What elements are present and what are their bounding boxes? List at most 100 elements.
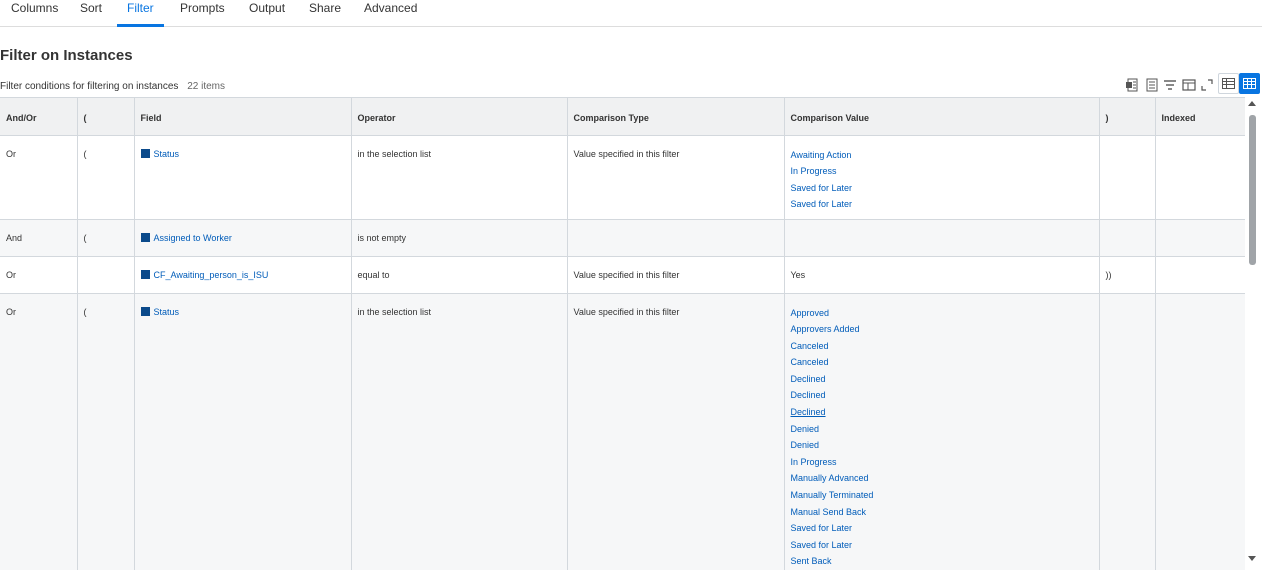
- value-link[interactable]: Declined: [791, 389, 1099, 406]
- indexed-cell: [1155, 256, 1245, 294]
- header-comparison-type[interactable]: Comparison Type: [567, 98, 785, 136]
- table-view-button[interactable]: [1239, 73, 1260, 94]
- value-link[interactable]: Saved for Later: [791, 182, 1099, 199]
- close-paren-cell: [1099, 135, 1156, 220]
- tab-filter[interactable]: Filter: [117, 0, 164, 27]
- header-field[interactable]: Field: [134, 98, 352, 136]
- table-row: Or ( Status in the selection list Value …: [0, 293, 1245, 570]
- header-close-paren[interactable]: ): [1099, 98, 1156, 136]
- operator-cell: is not empty: [351, 219, 568, 257]
- comparison-type-cell: Value specified in this filter: [567, 293, 785, 570]
- fullscreen-icon[interactable]: [1199, 76, 1215, 94]
- comparison-value-cell: Yes: [784, 256, 1100, 294]
- filter-icon[interactable]: [1162, 76, 1178, 94]
- field-link[interactable]: Status: [154, 307, 180, 317]
- header-open-paren[interactable]: (: [77, 98, 135, 136]
- close-paren-cell: [1099, 219, 1156, 257]
- tab-output[interactable]: Output: [249, 0, 285, 27]
- value-link[interactable]: Awaiting Action: [791, 149, 1099, 166]
- comparison-value-cell: Awaiting Action In Progress Saved for La…: [784, 135, 1100, 220]
- value-link[interactable]: Denied: [791, 439, 1099, 456]
- multi-instance-field-icon: [140, 233, 150, 242]
- boolean-field-icon: [140, 270, 150, 279]
- value-link[interactable]: Saved for Later: [791, 539, 1099, 556]
- value-link[interactable]: Canceled: [791, 340, 1099, 357]
- value-link[interactable]: Saved for Later: [791, 522, 1099, 539]
- field-cell: Status: [134, 135, 352, 220]
- header-indexed[interactable]: Indexed: [1155, 98, 1245, 136]
- value-link[interactable]: Saved for Later: [791, 198, 1099, 215]
- grid-description: Filter conditions for filtering on insta…: [0, 81, 179, 92]
- indexed-cell: [1155, 293, 1245, 570]
- scroll-down-icon[interactable]: [1248, 556, 1256, 561]
- field-link[interactable]: Assigned to Worker: [154, 233, 232, 243]
- comparison-value-cell: Approved Approvers Added Canceled Cancel…: [784, 293, 1100, 570]
- open-paren-cell: [77, 256, 135, 294]
- operator-cell: equal to: [351, 256, 568, 294]
- single-instance-field-icon: [140, 307, 150, 316]
- operator-cell: in the selection list: [351, 135, 568, 220]
- value-link[interactable]: In Progress: [791, 456, 1099, 473]
- comparison-type-cell: Value specified in this filter: [567, 135, 785, 220]
- close-paren-cell: )): [1099, 256, 1156, 294]
- value-link[interactable]: Declined: [791, 406, 1099, 423]
- value-link[interactable]: Canceled: [791, 356, 1099, 373]
- tab-advanced[interactable]: Advanced: [364, 0, 417, 27]
- and-or-cell: Or: [0, 293, 78, 570]
- value-link[interactable]: Manually Terminated: [791, 489, 1099, 506]
- value-link[interactable]: Denied: [791, 423, 1099, 440]
- grid-view-icon: [1222, 78, 1235, 89]
- comparison-value-cell: [784, 219, 1100, 257]
- table-row: Or ( Status in the selection list Value …: [0, 135, 1245, 220]
- open-paren-cell: (: [77, 219, 135, 257]
- filter-table: And/Or ( Field Operator Comparison Type …: [0, 98, 1245, 570]
- value-link[interactable]: Manually Advanced: [791, 472, 1099, 489]
- field-cell: Status: [134, 293, 352, 570]
- grid-view-button[interactable]: [1218, 73, 1239, 94]
- table-header-row: And/Or ( Field Operator Comparison Type …: [0, 98, 1245, 136]
- single-instance-field-icon: [140, 149, 150, 158]
- header-operator[interactable]: Operator: [351, 98, 568, 136]
- value-link[interactable]: Approved: [791, 307, 1099, 324]
- table-row: And ( Assigned to Worker is not empty: [0, 219, 1245, 257]
- open-paren-cell: (: [77, 293, 135, 570]
- header-and-or[interactable]: And/Or: [0, 98, 78, 136]
- close-paren-cell: [1099, 293, 1156, 570]
- and-or-cell: Or: [0, 135, 78, 220]
- field-link[interactable]: CF_Awaiting_person_is_ISU: [154, 270, 269, 280]
- tab-sort[interactable]: Sort: [80, 0, 102, 27]
- filter-grid: And/Or ( Field Operator Comparison Type …: [0, 97, 1245, 570]
- tab-share[interactable]: Share: [309, 0, 341, 27]
- comparison-type-cell: Value specified in this filter: [567, 256, 785, 294]
- export-pdf-icon[interactable]: [1144, 76, 1160, 94]
- value-link[interactable]: Declined: [791, 373, 1099, 390]
- item-count: 22 items: [187, 81, 225, 92]
- indexed-cell: [1155, 135, 1245, 220]
- and-or-cell: Or: [0, 256, 78, 294]
- value-link[interactable]: In Progress: [791, 165, 1099, 182]
- vertical-scrollbar[interactable]: [1245, 97, 1262, 570]
- page-title: Filter on Instances: [0, 47, 133, 64]
- scroll-up-icon[interactable]: [1248, 101, 1256, 106]
- value-link[interactable]: Manual Send Back: [791, 506, 1099, 523]
- value-link[interactable]: Sent Back: [791, 555, 1099, 570]
- field-link[interactable]: Status: [154, 149, 180, 159]
- table-row: Or CF_Awaiting_person_is_ISU equal to Va…: [0, 256, 1245, 294]
- grid-subtitle: Filter conditions for filtering on insta…: [0, 81, 225, 92]
- and-or-cell: And: [0, 219, 78, 257]
- field-cell: CF_Awaiting_person_is_ISU: [134, 256, 352, 294]
- field-cell: Assigned to Worker: [134, 219, 352, 257]
- tab-columns[interactable]: Columns: [11, 0, 58, 27]
- comparison-type-cell: [567, 219, 785, 257]
- export-excel-icon[interactable]: [1124, 76, 1140, 94]
- scroll-thumb[interactable]: [1249, 115, 1256, 265]
- open-paren-cell: (: [77, 135, 135, 220]
- value-link[interactable]: Approvers Added: [791, 323, 1099, 340]
- operator-cell: in the selection list: [351, 293, 568, 570]
- table-view-icon: [1243, 78, 1256, 89]
- report-tabs: Columns Sort Filter Prompts Output Share…: [0, 0, 1262, 27]
- columns-icon[interactable]: [1181, 76, 1197, 94]
- tab-prompts[interactable]: Prompts: [180, 0, 225, 27]
- header-comparison-value[interactable]: Comparison Value: [784, 98, 1100, 136]
- indexed-cell: [1155, 219, 1245, 257]
